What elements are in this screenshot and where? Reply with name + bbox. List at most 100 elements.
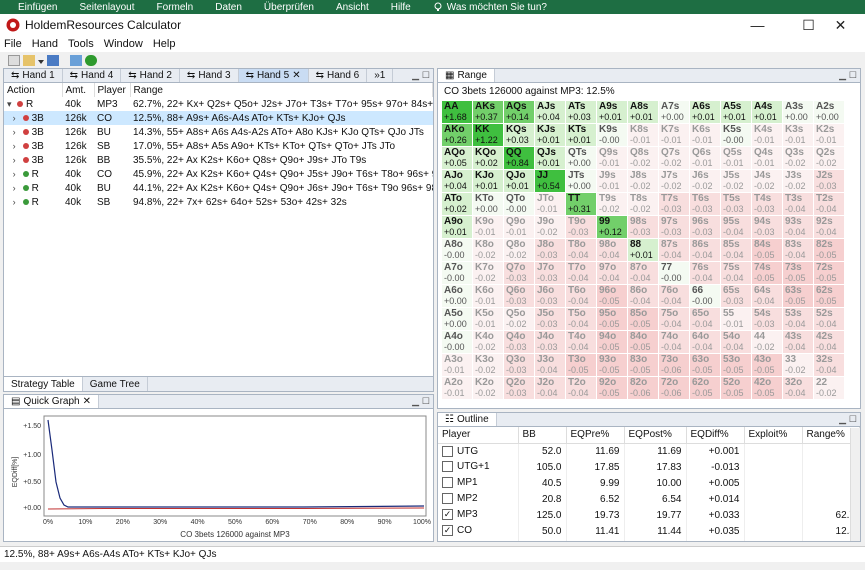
range-cell[interactable]: J5s -0.02 xyxy=(721,170,752,193)
range-cell[interactable]: 64o -0.04 xyxy=(690,331,721,354)
expand-icon[interactable]: › xyxy=(13,155,21,165)
player-checkbox[interactable]: ✓ xyxy=(442,525,453,537)
player-checkbox[interactable] xyxy=(442,461,453,473)
maximize-panel-icon[interactable]: ☐ xyxy=(422,70,430,81)
range-cell[interactable]: 44 -0.02 xyxy=(752,331,783,354)
range-cell[interactable]: K9o -0.01 xyxy=(473,216,504,239)
range-cell[interactable]: A4o -0.00 xyxy=(442,331,473,354)
tab-overflow[interactable]: »1 xyxy=(367,69,394,82)
range-cell[interactable]: 83o -0.05 xyxy=(628,354,659,377)
range-cell[interactable]: T3s -0.04 xyxy=(783,193,814,216)
range-cell[interactable]: 42s -0.04 xyxy=(814,331,845,354)
col-eqpre[interactable]: EQPre% xyxy=(566,427,625,444)
range-cell[interactable]: 72o -0.06 xyxy=(659,377,690,400)
range-cell[interactable]: J7o -0.03 xyxy=(535,262,566,285)
expand-icon[interactable]: › xyxy=(13,127,21,137)
range-cell[interactable]: Q6o -0.03 xyxy=(504,285,535,308)
range-cell[interactable]: 87o -0.04 xyxy=(628,262,659,285)
range-cell[interactable]: T9o -0.03 xyxy=(566,216,597,239)
range-cell[interactable]: 97o -0.04 xyxy=(597,262,628,285)
minimize-panel-icon[interactable]: ▁ xyxy=(839,414,846,425)
range-cell[interactable]: Q2s -0.02 xyxy=(814,147,845,170)
expand-icon[interactable]: › xyxy=(13,113,21,123)
range-cell[interactable]: 75s -0.04 xyxy=(721,262,752,285)
range-cell[interactable]: K5s -0.00 xyxy=(721,124,752,147)
table-row[interactable]: MP2 20.8 6.52 6.54 +0.014 xyxy=(438,491,860,507)
table-row[interactable]: › R 40k SB 94.8%, 22+ 7x+ 62s+ 64o+ 52s+ 53o… xyxy=(4,195,433,209)
range-cell[interactable]: T8o -0.04 xyxy=(566,239,597,262)
range-cell[interactable]: 53s -0.04 xyxy=(783,308,814,331)
range-cell[interactable]: T9s -0.02 xyxy=(597,193,628,216)
table-row[interactable]: UTG+1 105.0 17.85 17.83 -0.013 xyxy=(438,459,860,475)
new-icon[interactable] xyxy=(8,54,20,66)
range-cell[interactable]: AJs +0.04 xyxy=(535,101,566,124)
range-cell[interactable]: 62s -0.05 xyxy=(814,285,845,308)
range-cell[interactable]: JJ +0.54 xyxy=(535,170,566,193)
tab-hand-6[interactable]: ⇆ Hand 6 xyxy=(309,69,368,82)
range-cell[interactable]: KK +1.22 xyxy=(473,124,504,147)
range-cell[interactable]: 42o -0.05 xyxy=(752,377,783,400)
range-cell[interactable]: Q4o -0.03 xyxy=(504,331,535,354)
range-cell[interactable]: 32s -0.04 xyxy=(814,354,845,377)
range-cell[interactable]: J2s -0.03 xyxy=(814,170,845,193)
excel-menu-item[interactable]: Formeln xyxy=(157,2,194,13)
range-cell[interactable]: Q6s -0.01 xyxy=(690,147,721,170)
maximize-panel-icon[interactable]: ☐ xyxy=(422,396,430,407)
range-cell[interactable]: 88 +0.01 xyxy=(628,239,659,262)
range-cell[interactable]: J5o -0.03 xyxy=(535,308,566,331)
range-cell[interactable]: K3s -0.01 xyxy=(783,124,814,147)
player-checkbox[interactable]: ✓ xyxy=(442,509,453,521)
range-cell[interactable]: J3s -0.02 xyxy=(783,170,814,193)
close-button[interactable]: ✕ xyxy=(818,14,863,36)
range-cell[interactable]: 99 +0.12 xyxy=(597,216,628,239)
minimize-panel-icon[interactable]: ▁ xyxy=(839,70,846,81)
export-icon[interactable] xyxy=(70,54,82,66)
range-cell[interactable]: J6o -0.03 xyxy=(535,285,566,308)
col-range[interactable]: Range xyxy=(130,83,433,97)
range-cell[interactable]: T8s -0.02 xyxy=(628,193,659,216)
range-cell[interactable]: 65o -0.04 xyxy=(690,308,721,331)
range-cell[interactable]: 77 -0.00 xyxy=(659,262,690,285)
range-cell[interactable]: Q8o -0.02 xyxy=(504,239,535,262)
range-cell[interactable]: T6s -0.03 xyxy=(690,193,721,216)
table-row[interactable]: ✓ MP3 125.0 19.73 19.77 +0.033 62.7 xyxy=(438,507,860,523)
range-cell[interactable]: 43o -0.05 xyxy=(752,354,783,377)
range-cell[interactable]: 75o -0.04 xyxy=(659,308,690,331)
range-cell[interactable]: KJs +0.01 xyxy=(535,124,566,147)
menu-help[interactable]: Help xyxy=(153,38,176,50)
range-cell[interactable]: AJo +0.04 xyxy=(442,170,473,193)
range-cell[interactable]: KQs +0.03 xyxy=(504,124,535,147)
range-cell[interactable]: ATo +0.02 xyxy=(442,193,473,216)
range-cell[interactable]: A2s +0.00 xyxy=(814,101,845,124)
tab-outline[interactable]: ☷ Outline xyxy=(438,413,497,426)
range-cell[interactable]: A8o -0.00 xyxy=(442,239,473,262)
table-row[interactable]: BU35.07.407.54+0.053 xyxy=(438,539,860,541)
range-cell[interactable]: T4s -0.03 xyxy=(752,193,783,216)
range-cell[interactable]: 95o -0.05 xyxy=(597,308,628,331)
range-cell[interactable]: J4o -0.03 xyxy=(535,331,566,354)
excel-menu-item[interactable]: Einfügen xyxy=(18,2,57,13)
range-cell[interactable]: K2o -0.02 xyxy=(473,377,504,400)
table-row[interactable]: › 3B 126k CO 12.5%, 88+ A9s+ A6s-A4s ATo+ KT… xyxy=(4,111,433,125)
range-cell[interactable]: K4s -0.01 xyxy=(752,124,783,147)
col-eqdiff[interactable]: EQDiff% xyxy=(686,427,745,444)
range-cell[interactable]: 74s -0.05 xyxy=(752,262,783,285)
tab-hand-5[interactable]: ⇆ Hand 5 ✕ xyxy=(238,69,309,82)
col-exploit[interactable]: Exploit% xyxy=(744,427,803,444)
table-row[interactable]: ▾ R 40k MP3 62.7%, 22+ Kx+ Q2s+ Q5o+ J2s+ J7… xyxy=(4,97,433,111)
range-cell[interactable]: 63o -0.05 xyxy=(690,354,721,377)
excel-menu-item[interactable]: Ansicht xyxy=(336,2,369,13)
tab-quick-graph[interactable]: ▤ Quick Graph ✕ xyxy=(4,395,99,408)
range-cell[interactable]: 76s -0.04 xyxy=(690,262,721,285)
table-row[interactable]: › R 40k CO 45.9%, 22+ Ax K2s+ K6o+ Q4s+ Q9o+… xyxy=(4,167,433,181)
range-cell[interactable]: QTs +0.00 xyxy=(566,147,597,170)
range-cell[interactable]: A6s +0.01 xyxy=(690,101,721,124)
range-cell[interactable]: T5s -0.03 xyxy=(721,193,752,216)
close-tab-icon[interactable]: ✕ xyxy=(292,70,300,81)
range-cell[interactable]: Q8s -0.02 xyxy=(628,147,659,170)
range-cell[interactable]: 73s -0.05 xyxy=(783,262,814,285)
range-cell[interactable]: AQo +0.05 xyxy=(442,147,473,170)
range-cell[interactable]: 84s -0.05 xyxy=(752,239,783,262)
maximize-panel-icon[interactable]: ☐ xyxy=(849,414,857,425)
range-cell[interactable]: 65s -0.03 xyxy=(721,285,752,308)
